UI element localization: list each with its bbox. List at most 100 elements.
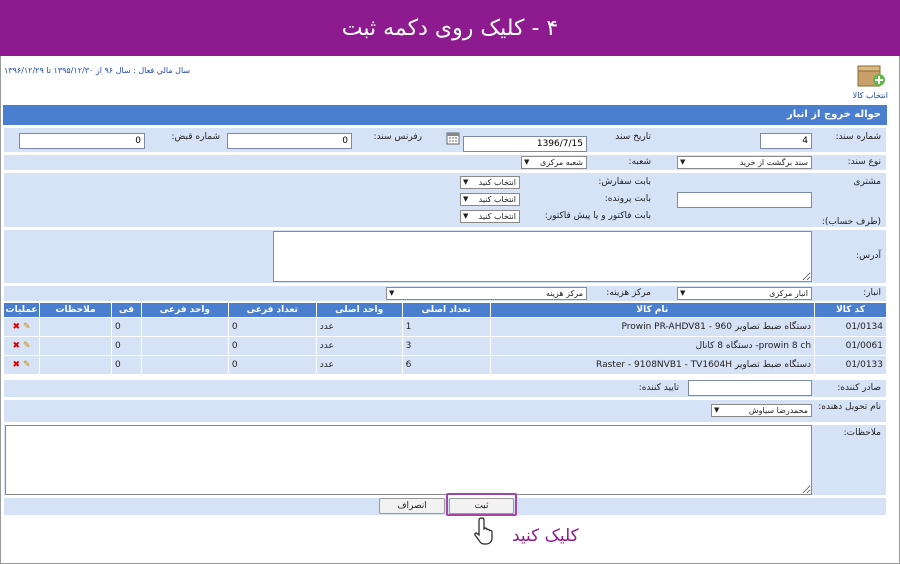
table-row: 01/0061 prowin 8 ch- دستگاه 8 کانال 3 عد… [2,336,887,356]
deliverer-select[interactable]: محمدرضا سیاوش ▼ [711,404,812,417]
warehouse-value: انبار مرکزی [769,289,808,298]
item-sub-unit [140,336,229,356]
hand-cursor-icon [474,517,493,545]
dropdown-arrow-icon: ▼ [524,158,530,166]
doc-date-label: تاریخ سند [590,129,656,151]
item-sub-unit [140,317,229,337]
banner-title: ۴ - کلیک روی دکمه ثبت [0,0,900,56]
edit-icon[interactable]: ✎ [23,360,31,370]
col-header: فی [111,302,142,318]
edit-icon[interactable]: ✎ [23,341,31,351]
order-select[interactable]: انتخاب کنید ▼ [460,176,520,189]
doc-number-label: شماره سند: [816,129,886,151]
item-sub-qty: 0 [227,336,317,356]
case-label: بابت پرونده: [523,192,656,207]
notes-label: ملاحظات: [816,425,886,495]
doc-type-label: نوع سند: [816,155,886,170]
col-header: تعداد فرعی [227,302,317,318]
item-sub-unit [140,355,229,375]
doc-type-value: سند برگشت از خرید [739,158,808,167]
invoice-label: بابت فاکتور و یا پیش فاکتور: [523,209,656,224]
click-hint-text: کلیک کنید [512,526,579,546]
order-value: انتخاب کنید [478,178,516,187]
item-unit: عدد [315,317,403,337]
item-qty: 6 [401,355,491,375]
item-name: دستگاه ضبط تصاویر Raster - 9108NVB1 - TV… [489,355,816,375]
row-actions: ✎ ✖ [2,317,41,337]
dropdown-arrow-icon: ▼ [463,178,469,186]
dropdown-arrow-icon: ▼ [463,195,469,203]
receipt-number-input[interactable] [19,133,145,149]
deliverer-value: محمدرضا سیاوش [748,406,808,415]
select-goods-link[interactable]: انتخاب کالا [853,91,888,100]
doc-date-input[interactable] [463,136,587,152]
customer-label-text: مشتری [853,177,881,187]
item-unit: عدد [315,336,403,356]
item-sub-qty: 0 [227,317,317,337]
col-header: واحد فرعی [140,302,229,318]
table-row: 01/0133 دستگاه ضبط تصاویر Raster - 9108N… [2,355,887,375]
branch-select[interactable]: شعبه مرکزی ▼ [521,156,587,169]
address-textarea[interactable] [273,231,812,282]
cost-center-label: مرکز هزینه: [590,286,656,301]
approver-label: تایید کننده: [590,380,684,397]
warehouse-select[interactable]: انبار مرکزی ▼ [677,287,812,300]
notes-textarea[interactable] [5,425,812,495]
cost-center-select[interactable]: مرکز هزینه ▼ [386,287,587,300]
delete-icon[interactable]: ✖ [13,322,21,332]
customer-label: مشتری (طرف حساب): [816,173,886,227]
doc-ref-label: رفرنس سند: [355,129,427,151]
col-header: نام کالا [489,302,816,318]
row-actions: ✎ ✖ [2,336,41,356]
item-qty: 3 [401,336,491,356]
calendar-icon[interactable] [446,131,460,145]
case-select[interactable]: انتخاب کنید ▼ [460,193,520,206]
item-name: دستگاه ضبط تصاویر 960 - Prowin PR-AHDV81 [489,317,816,337]
button-bar [3,497,887,516]
submit-highlight-box [446,493,517,516]
doc-ref-input[interactable] [227,133,352,149]
doc-type-select[interactable]: سند برگشت از خرید ▼ [677,156,812,169]
cancel-button[interactable]: انصراف [379,498,445,514]
invoice-value: انتخاب کنید [478,212,516,221]
receipt-number-label: شماره قبض: [147,129,225,151]
col-header: تعداد اصلی [401,302,491,318]
warehouse-label: انبار: [816,286,886,301]
item-price: 0 [111,336,142,356]
col-header: واحد اصلی [315,302,403,318]
col-header: عملیات [2,302,41,318]
item-price: 0 [111,317,142,337]
item-sub-qty: 0 [227,355,317,375]
cost-center-value: مرکز هزینه [545,289,583,298]
item-notes [39,317,112,337]
branch-value: شعبه مرکزی [540,158,583,167]
dropdown-arrow-icon: ▼ [680,289,686,297]
dropdown-arrow-icon: ▼ [389,289,395,297]
package-icon[interactable] [856,60,886,88]
active-fiscal-year: سال مالي فعال : سال ۹۶ از ۱۳۹۵/۱۲/۳۰ تا … [4,66,191,75]
items-table: کد کالا نام کالا تعداد اصلی واحد اصلی تع… [2,302,887,375]
doc-number-input[interactable] [760,133,812,149]
branch-label: شعبه: [590,155,656,170]
item-notes [39,355,112,375]
dropdown-arrow-icon: ▼ [680,158,686,166]
form-title: حواله خروج از انبار [3,105,887,125]
col-header: ملاحظات [39,302,112,318]
table-row: 01/0134 دستگاه ضبط تصاویر 960 - Prowin P… [2,317,887,337]
account-side-label: (طرف حساب): [821,217,881,227]
address-label: آدرس: [816,230,886,283]
issuer-input[interactable] [688,380,812,396]
item-unit: عدد [315,355,403,375]
issuer-label: صادر کننده: [816,380,886,397]
item-code: 01/0134 [814,317,887,337]
item-name: prowin 8 ch- دستگاه 8 کانال [489,336,816,356]
customer-input[interactable] [677,192,812,208]
delete-icon[interactable]: ✖ [13,360,21,370]
item-price: 0 [111,355,142,375]
item-qty: 1 [401,317,491,337]
delete-icon[interactable]: ✖ [13,341,21,351]
row-actions: ✎ ✖ [2,355,41,375]
invoice-select[interactable]: انتخاب کنید ▼ [460,210,520,223]
item-notes [39,336,112,356]
edit-icon[interactable]: ✎ [23,322,31,332]
